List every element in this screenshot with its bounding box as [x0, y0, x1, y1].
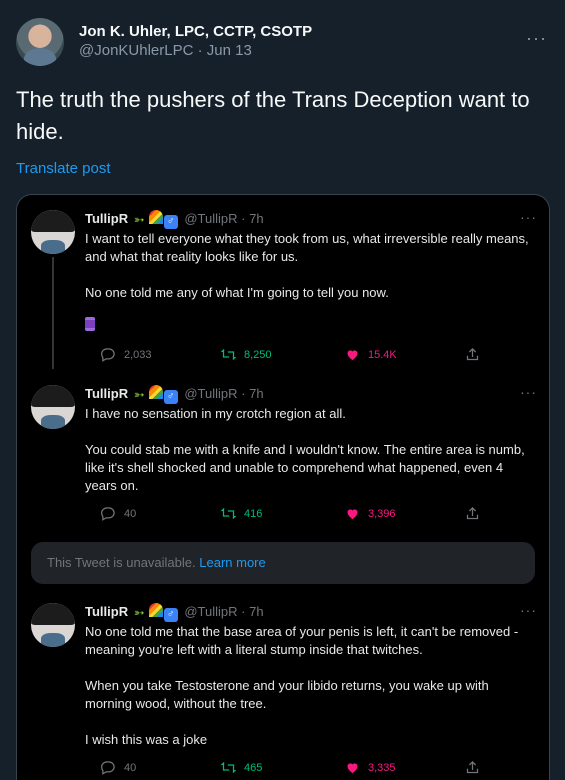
tweet-paragraph: No one told me any of what I'm going to …: [85, 285, 389, 300]
reply-count: 40: [124, 507, 137, 520]
retweet-action: 465: [221, 760, 262, 775]
name-emojis: ➳ ♂: [134, 385, 179, 404]
reply-action: 40: [101, 506, 136, 521]
learn-more-link: Learn more: [199, 555, 266, 570]
tweet-paragraph: You could stab me with a knife and I wou…: [85, 442, 525, 493]
like-count: 3,396: [368, 507, 396, 520]
reply-action: 2,033: [101, 347, 152, 362]
reply-icon: [101, 348, 115, 362]
heart-icon: [347, 350, 358, 361]
tweet-paragraph: When you take Testosterone and your libi…: [85, 678, 489, 711]
retweet-count: 416: [244, 507, 263, 520]
reply-icon: [101, 507, 115, 521]
retweet-action: 8,250: [221, 347, 272, 362]
reply-icon: [101, 761, 115, 775]
tweet-avatar: [31, 210, 75, 254]
tweet-actions: 40 416 3,396: [101, 506, 491, 522]
share-icon: [466, 760, 479, 774]
tweet-actions: 2,033 8,250 15.4K: [101, 347, 491, 363]
post-header: Jon K. Uhler, LPC, CCTP, CSOTP @JonKUhle…: [16, 18, 549, 70]
tweet-time: 7h: [249, 210, 264, 226]
name-emojis: ➳ ♂: [134, 210, 179, 229]
tweet-separator: ·: [241, 603, 246, 619]
rainbow-emoji-icon: [148, 385, 163, 399]
tweet-separator: ·: [241, 385, 246, 401]
tweet-paragraph: I want to tell everyone what they took f…: [85, 231, 529, 264]
more-options-icon[interactable]: ···: [526, 28, 547, 49]
translate-post-link[interactable]: Translate post: [16, 160, 111, 177]
tweet-header: TullipR ➳ ♂ @TullipR · 7h: [85, 385, 264, 404]
reply-count: 2,033: [124, 348, 152, 361]
tweet-time: 7h: [249, 385, 264, 401]
tweet-text: No one told me that the base area of you…: [85, 623, 535, 767]
thread-connector-line: [52, 257, 54, 369]
tweet-author-name: TullipR: [85, 385, 129, 401]
share-icon: [466, 347, 479, 361]
share-action: [465, 506, 480, 521]
author-handle[interactable]: @JonKUhlerLPC: [79, 42, 193, 59]
rainbow-emoji-icon: [148, 603, 163, 617]
reply-count: 40: [124, 761, 137, 774]
tweet-author-name: TullipR: [85, 603, 129, 619]
retweet-icon: [221, 762, 236, 773]
male-sign-emoji-icon: ♂: [163, 215, 178, 229]
tweet-handle: @TullipR: [184, 210, 238, 226]
tweet-handle: @TullipR: [184, 603, 238, 619]
tweet-paragraph: I have no sensation in my crotch region …: [85, 406, 346, 421]
rainbow-emoji-icon: [148, 210, 163, 224]
tweet-paragraph: I wish this was a joke: [85, 732, 208, 747]
like-action: 3,396: [345, 506, 396, 521]
tweet-avatar: [31, 603, 75, 647]
tweet-text: I have no sensation in my crotch region …: [85, 405, 535, 513]
tweet-avatar: [31, 385, 75, 429]
heart-icon: [347, 509, 358, 520]
tweet-header: TullipR ➳ ♂ @TullipR · 7h: [85, 603, 264, 622]
tweet-author-name: TullipR: [85, 210, 129, 226]
tweet-handle: @TullipR: [184, 385, 238, 401]
snake-emoji-icon: ➳: [133, 212, 145, 227]
like-count: 15.4K: [368, 348, 397, 361]
retweet-count: 8,250: [244, 348, 272, 361]
embedded-thread-image[interactable]: TullipR ➳ ♂ @TullipR · 7h ··· I want to t…: [16, 194, 550, 780]
unavailable-text: This Tweet is unavailable.: [47, 555, 196, 570]
tweet-time: 7h: [249, 603, 264, 619]
share-action: [465, 347, 480, 362]
retweet-icon: [221, 508, 236, 519]
share-action: [465, 760, 480, 775]
spool-of-thread-emoji-icon: [85, 317, 95, 331]
like-count: 3,335: [368, 761, 396, 774]
tweet-separator: ·: [241, 210, 246, 226]
post-date[interactable]: Jun 13: [207, 42, 252, 59]
author-meta: @JonKUhlerLPC · Jun 13: [79, 42, 252, 59]
author-name[interactable]: Jon K. Uhler, LPC, CCTP, CSOTP: [79, 23, 312, 40]
more-options-icon: ···: [520, 602, 537, 618]
tweet-paragraph: No one told me that the base area of you…: [85, 624, 519, 657]
retweet-count: 465: [244, 761, 263, 774]
heart-icon: [347, 763, 358, 774]
retweet-action: 416: [221, 506, 262, 521]
male-sign-emoji-icon: ♂: [163, 390, 178, 404]
tweet-actions: 40 465 3,335: [101, 760, 491, 776]
like-action: 15.4K: [345, 347, 397, 362]
name-emojis: ➳ ♂: [134, 603, 179, 622]
post-text: The truth the pushers of the Trans Decep…: [16, 87, 530, 144]
more-options-icon: ···: [520, 384, 537, 400]
author-avatar[interactable]: [16, 18, 64, 66]
snake-emoji-icon: ➳: [133, 605, 145, 620]
unavailable-tweet-notice: This Tweet is unavailable. Learn more: [31, 542, 535, 584]
tweet-emoji-line: [85, 317, 535, 336]
snake-emoji-icon: ➳: [133, 387, 145, 402]
more-options-icon: ···: [520, 209, 537, 225]
like-action: 3,335: [345, 760, 396, 775]
meta-separator: ·: [197, 42, 203, 59]
share-icon: [466, 506, 479, 520]
tweet-text: I want to tell everyone what they took f…: [85, 230, 535, 354]
male-sign-emoji-icon: ♂: [163, 608, 178, 622]
retweet-icon: [221, 349, 236, 360]
reply-action: 40: [101, 760, 136, 775]
tweet-header: TullipR ➳ ♂ @TullipR · 7h: [85, 210, 264, 229]
